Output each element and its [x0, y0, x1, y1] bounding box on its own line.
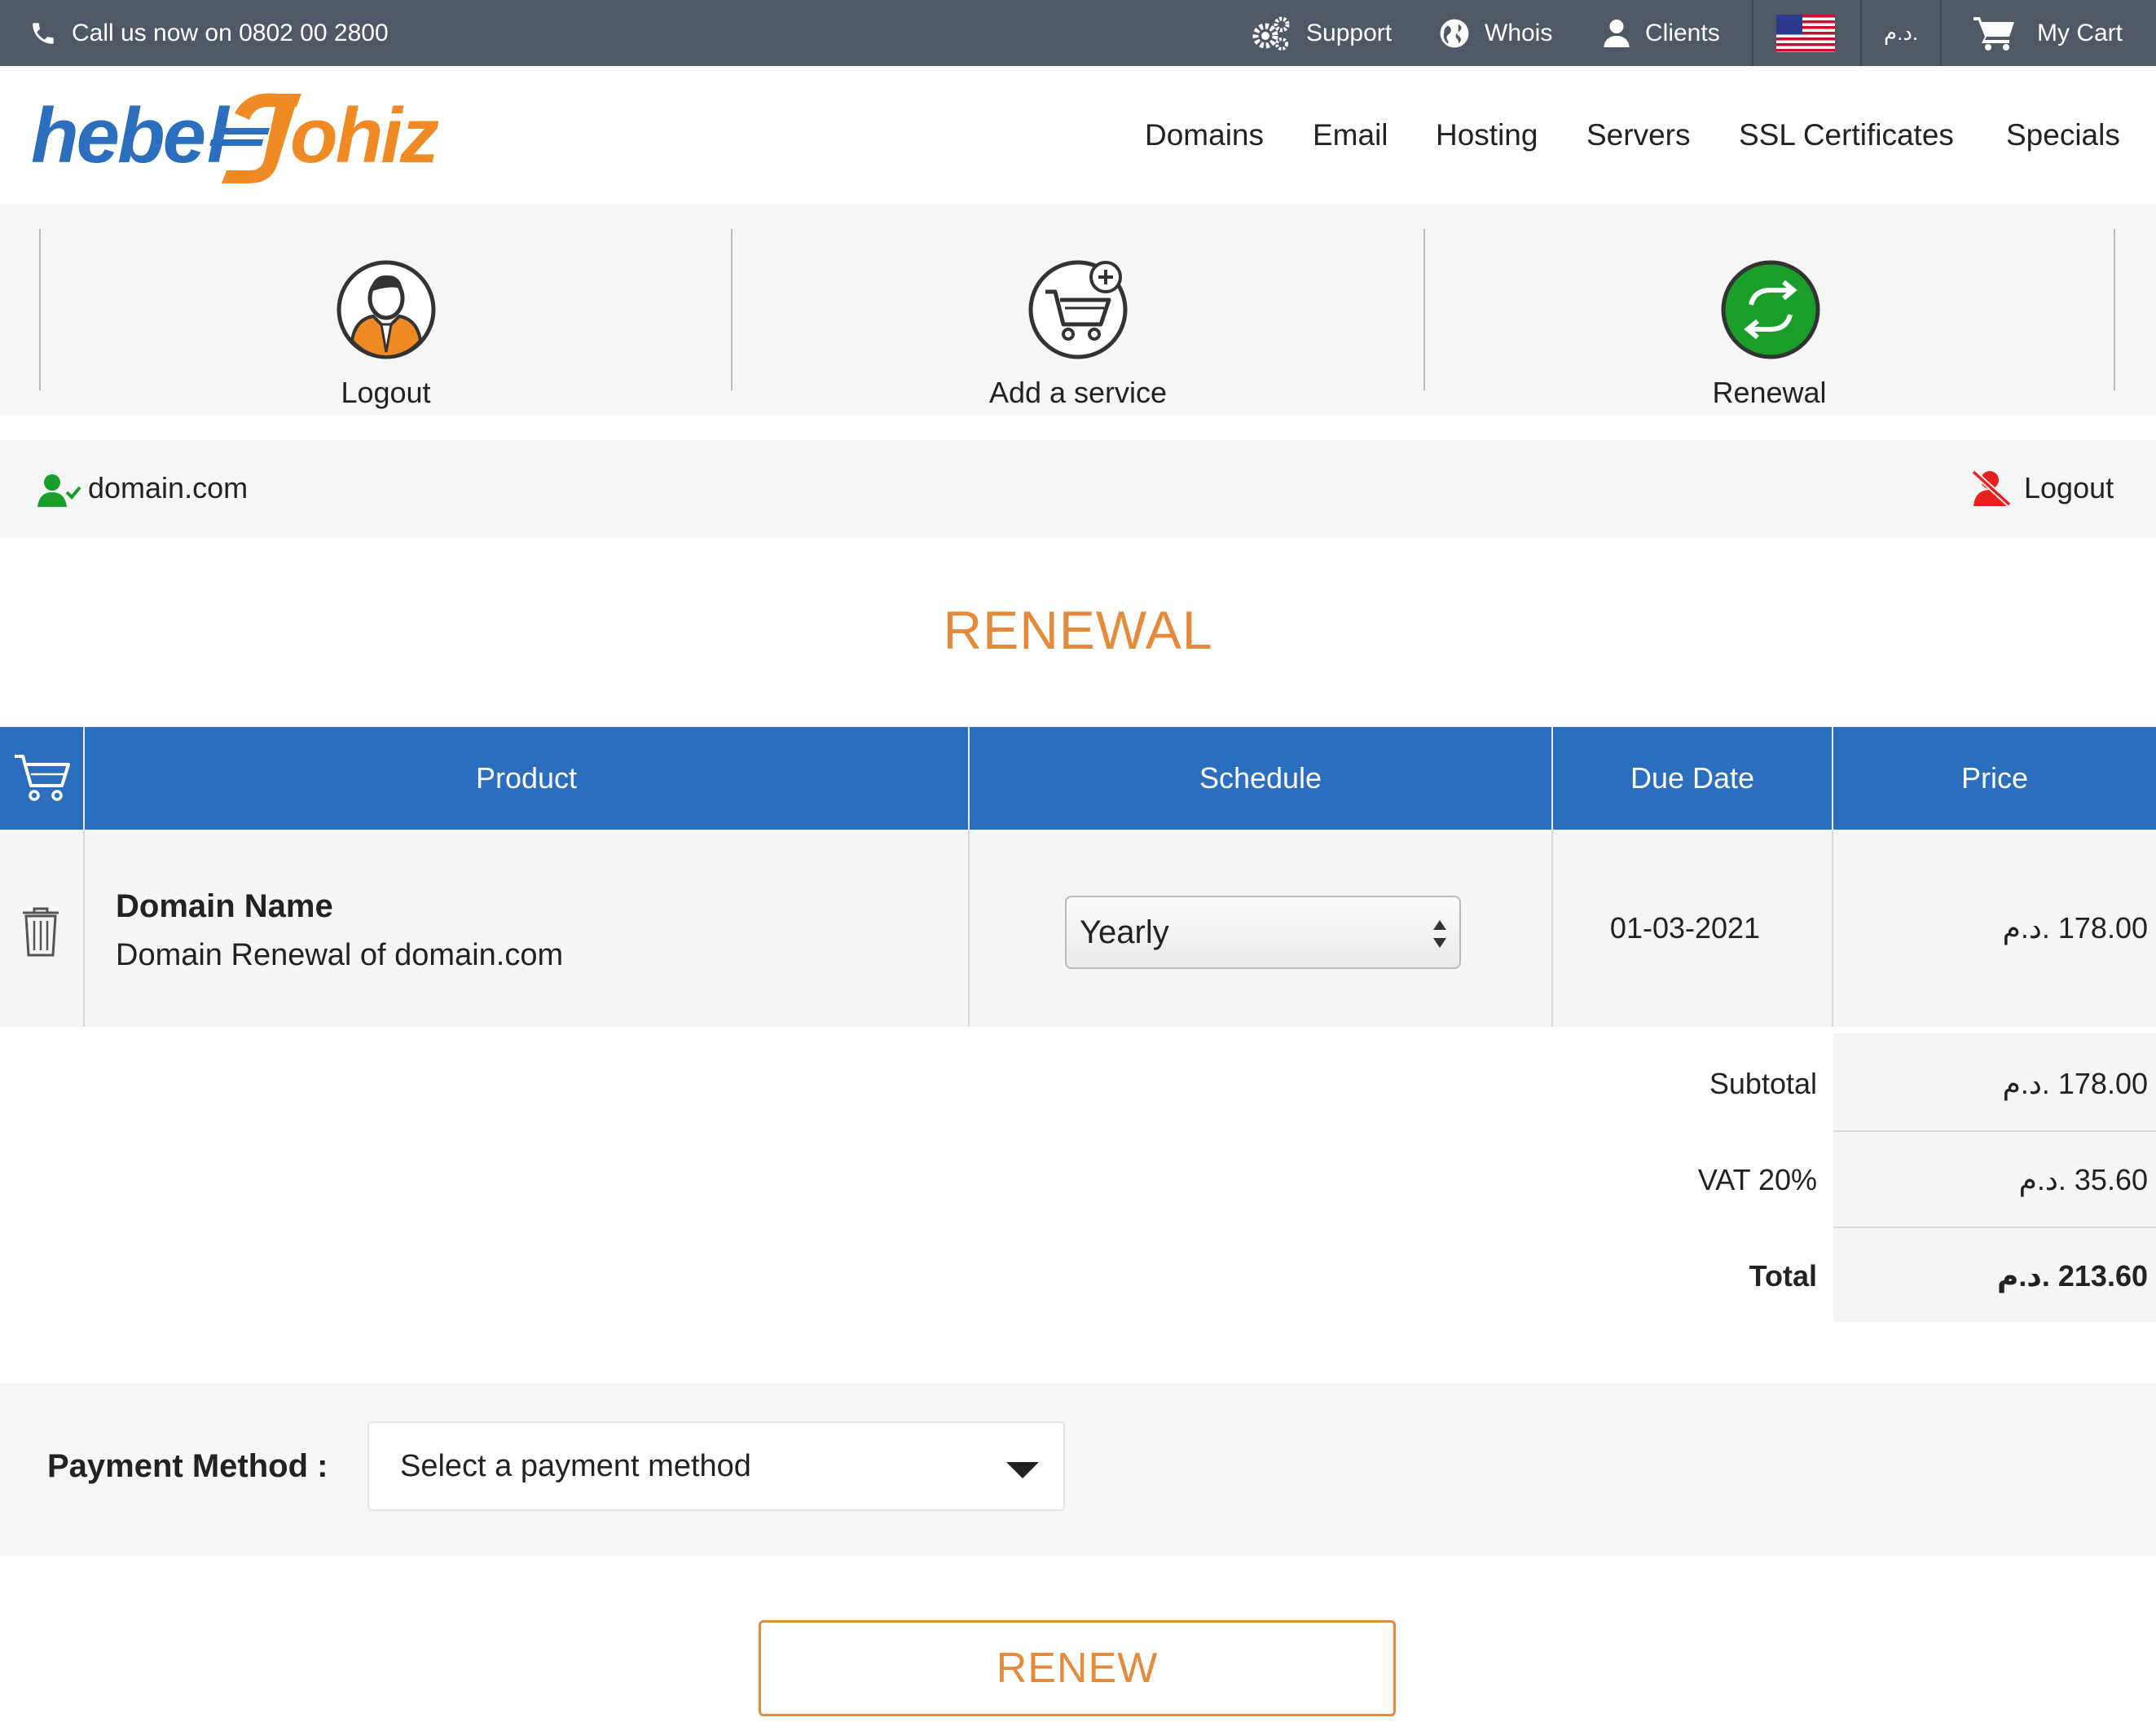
renew-button[interactable]: RENEW: [759, 1620, 1396, 1716]
payment-method-label: Payment Method :: [47, 1448, 328, 1484]
cart-label: My Cart: [2037, 19, 2123, 46]
col-due-date: Due Date: [1630, 761, 1755, 795]
nav-hosting[interactable]: Hosting: [1436, 66, 1538, 205]
clients-link[interactable]: Clients: [1603, 0, 1720, 66]
vat-label: VAT 20%: [1697, 1163, 1817, 1196]
svg-text:ohiz: ohiz: [290, 92, 439, 179]
clients-label: Clients: [1645, 19, 1720, 46]
panel-add-service[interactable]: Add a service: [733, 229, 1423, 409]
user-logout-label: Logout: [2024, 471, 2114, 504]
support-label: Support: [1306, 19, 1393, 46]
language-flag-button[interactable]: [1776, 0, 1835, 66]
globe-icon: [1440, 19, 1469, 47]
col-schedule: Schedule: [1199, 761, 1322, 795]
nav-domains[interactable]: Domains: [1145, 66, 1264, 205]
phone-contact[interactable]: Call us now on 0802 00 2800: [29, 0, 389, 66]
user-bar: domain.com Logout: [0, 440, 2156, 538]
gears-icon: [1252, 16, 1290, 51]
page-title: RENEWAL: [943, 600, 1213, 660]
user-domain: domain.com: [88, 471, 249, 504]
us-flag-icon: [1776, 14, 1835, 52]
svg-text:l: l: [207, 92, 231, 179]
nav-ssl-certificates[interactable]: SSL Certificates: [1739, 66, 1954, 205]
schedule-selected-value: Yearly: [1080, 914, 1169, 950]
panel-renewal[interactable]: Renewal: [1425, 229, 2114, 409]
my-cart-link[interactable]: My Cart: [1973, 0, 2123, 66]
currency-switcher[interactable]: د.م.: [1884, 0, 1918, 66]
action-panels: Logout Add a service Renewal: [0, 205, 2156, 415]
panel-add-service-label: Add a service: [988, 376, 1168, 409]
phone-text: Call us now on 0802 00 2800: [72, 19, 389, 46]
nav-specials[interactable]: Specials: [2006, 66, 2120, 205]
total-value: 213.60 .د.م: [1997, 1259, 2148, 1293]
nav-servers[interactable]: Servers: [1586, 66, 1690, 205]
divider: [1860, 0, 1862, 66]
totals-divider: [1833, 1227, 2156, 1228]
divider: [1752, 0, 1753, 66]
phone-icon: [33, 22, 54, 44]
price-value: 178.00 .د.م: [2002, 911, 2148, 945]
row-separator: [968, 830, 970, 1027]
panel-divider: [2114, 229, 2115, 390]
panel-logout[interactable]: Logout: [41, 229, 731, 409]
whois-label: Whois: [1485, 19, 1553, 46]
whois-link[interactable]: Whois: [1439, 0, 1552, 66]
product-title: Domain Name: [116, 888, 333, 924]
svg-text:hebe: hebe: [31, 92, 205, 179]
brand-logo[interactable]: hebe l ohiz hebe: [31, 82, 455, 188]
cart-icon: [1973, 16, 2014, 51]
product-description: Domain Renewal of domain.com: [116, 938, 564, 972]
chevron-down-icon: [1006, 1462, 1039, 1478]
vat-value: 35.60 .د.م: [2018, 1163, 2148, 1196]
panel-logout-label: Logout: [341, 376, 431, 409]
currency-label: د.م.: [1884, 20, 1919, 45]
col-product: Product: [475, 761, 578, 795]
divider: [1940, 0, 1942, 66]
schedule-select[interactable]: Yearly: [1065, 896, 1461, 969]
user-logout-link[interactable]: Logout: [1970, 468, 2114, 509]
nav-email[interactable]: Email: [1313, 66, 1388, 205]
subtotal-value: 178.00 .د.م: [2002, 1067, 2148, 1100]
panel-renewal-label: Renewal: [1712, 376, 1827, 409]
add-cart-icon: [1028, 260, 1128, 359]
top-bar: Call us now on 0802 00 2800 Support Whoi…: [0, 0, 2156, 66]
subtotal-label: Subtotal: [1709, 1067, 1817, 1100]
totals-divider: [1833, 1130, 2156, 1132]
cart-header-icon: [15, 755, 70, 801]
user-icon: [1604, 19, 1630, 47]
main-header: hebe l ohiz hebe Domains Email Hosting S…: [0, 66, 2156, 205]
user-check-icon: [37, 474, 81, 507]
user-remove-icon: [1971, 469, 2012, 507]
table-header: Product Schedule Due Date Price: [0, 727, 2156, 830]
select-arrows-icon: [1433, 920, 1446, 948]
trash-icon[interactable]: [21, 906, 60, 958]
logo-mark: hebe l ohiz: [31, 92, 442, 183]
user-avatar-icon: [337, 260, 436, 359]
support-link[interactable]: Support: [1251, 0, 1392, 66]
payment-method-placeholder: Select a payment method: [400, 1448, 751, 1483]
due-date-value: 01-03-2021: [1609, 911, 1761, 945]
row-separator: [83, 830, 85, 1027]
renewal-icon: [1721, 260, 1820, 359]
payment-bar: Payment Method :: [0, 1383, 2156, 1556]
total-label: Total: [1749, 1259, 1817, 1293]
col-price: Price: [1960, 761, 2029, 795]
payment-method-select[interactable]: Select a payment method: [367, 1421, 1065, 1511]
